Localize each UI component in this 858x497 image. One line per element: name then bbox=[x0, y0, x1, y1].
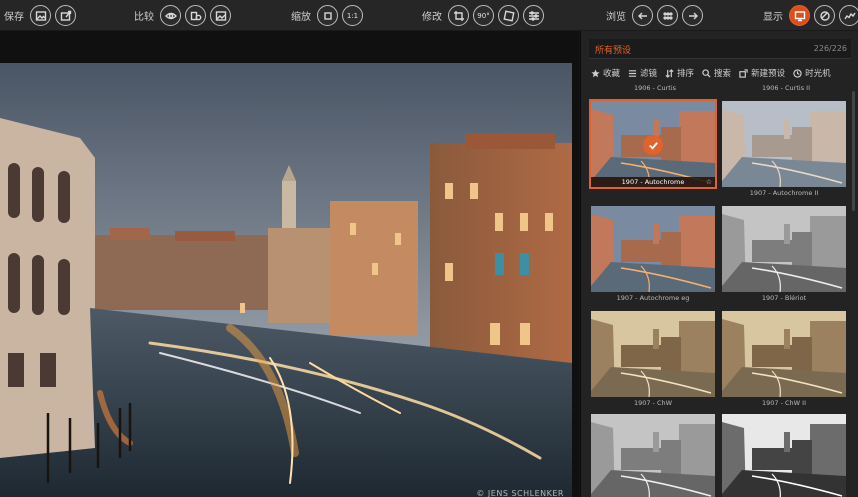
display-group: 显示 bbox=[763, 0, 858, 31]
venice-canal-photo bbox=[0, 63, 572, 497]
rotate-90-button[interactable]: 90° bbox=[473, 5, 494, 26]
preset-preview-image bbox=[591, 414, 715, 497]
preset-thumbnail[interactable] bbox=[591, 414, 715, 497]
preset-thumbnail[interactable] bbox=[722, 206, 846, 292]
selected-check-icon bbox=[643, 135, 663, 155]
presets-count: 226/226 bbox=[813, 44, 847, 53]
monitor-icon bbox=[794, 10, 805, 21]
preset-thumbnail[interactable] bbox=[722, 414, 846, 497]
arrow-left-icon bbox=[637, 12, 647, 19]
presets-panel: 所有预设 226/226 收藏 滤镜 排序 搜索 新建预设 时光机 1906 -… bbox=[580, 31, 858, 497]
preset-thumbnail[interactable]: 1907 - Autochrome ☆ bbox=[589, 99, 717, 189]
fit-icon bbox=[323, 11, 332, 20]
sort-button[interactable]: 排序 bbox=[665, 67, 694, 79]
adjust-button[interactable] bbox=[523, 5, 544, 26]
tools-panel-button[interactable] bbox=[814, 5, 835, 26]
tools-icon bbox=[819, 10, 830, 21]
histogram-icon bbox=[843, 12, 856, 19]
preset-caption: 1907 - Autochrome bbox=[591, 177, 715, 187]
zoom-1to1-button[interactable]: 1:1 bbox=[342, 5, 363, 26]
compare-original-button[interactable] bbox=[185, 5, 206, 26]
favorites-filter[interactable]: 收藏 bbox=[591, 67, 620, 79]
history-icon bbox=[793, 68, 802, 78]
sort-label: 排序 bbox=[677, 69, 695, 79]
search-icon bbox=[702, 68, 711, 78]
panel-scrollbar[interactable] bbox=[852, 91, 855, 211]
split-image-icon bbox=[215, 10, 226, 21]
compare-icon bbox=[190, 11, 201, 20]
crop-button[interactable] bbox=[448, 5, 469, 26]
presets-panel-button[interactable] bbox=[789, 5, 810, 26]
filmstrip-button[interactable] bbox=[657, 5, 678, 26]
zoom-group: 缩放 1:1 bbox=[291, 0, 363, 31]
time-machine-button[interactable]: 时光机 bbox=[793, 67, 831, 79]
preset-preview-image bbox=[591, 206, 715, 292]
edit-group: 修改 90° bbox=[422, 0, 544, 31]
presets-header[interactable]: 所有预设 226/226 bbox=[589, 39, 851, 59]
new-preset-label: 新建预设 bbox=[751, 69, 786, 79]
preset-thumbnail[interactable] bbox=[722, 101, 846, 187]
compare-label: 比较 bbox=[134, 12, 154, 23]
preset-filter-bar: 收藏 滤镜 排序 搜索 新建预设 时光机 bbox=[591, 66, 853, 80]
preset-thumbnail[interactable] bbox=[591, 311, 715, 397]
eye-icon bbox=[164, 12, 177, 19]
save-label: 保存 bbox=[4, 12, 24, 23]
photo-canvas[interactable]: © JENS SCHLENKER bbox=[0, 63, 572, 497]
edit-label: 修改 bbox=[422, 12, 442, 23]
next-button[interactable] bbox=[682, 5, 703, 26]
image-icon bbox=[35, 10, 46, 21]
zoom-fit-button[interactable] bbox=[317, 5, 338, 26]
save-group: 保存 bbox=[4, 0, 76, 31]
preview-button[interactable] bbox=[160, 5, 181, 26]
search-label: 搜索 bbox=[714, 69, 732, 79]
preset-caption: 1906 - Curtis II bbox=[762, 84, 810, 92]
zoom-label: 缩放 bbox=[291, 12, 311, 23]
previous-button[interactable] bbox=[632, 5, 653, 26]
sliders-icon bbox=[528, 10, 539, 21]
preset-preview-image bbox=[722, 414, 846, 497]
list-icon bbox=[628, 69, 637, 77]
crop-icon bbox=[453, 10, 464, 21]
export-icon bbox=[60, 10, 71, 21]
frame-icon bbox=[502, 9, 515, 22]
search-button[interactable]: 搜索 bbox=[702, 67, 731, 79]
star-icon bbox=[591, 68, 600, 77]
sort-icon bbox=[665, 68, 674, 78]
image-viewer[interactable]: © JENS SCHLENKER bbox=[0, 31, 579, 497]
preset-thumbnail[interactable] bbox=[591, 206, 715, 292]
preset-thumbnail[interactable] bbox=[722, 311, 846, 397]
browse-group: 浏览 bbox=[606, 0, 703, 31]
favorites-label: 收藏 bbox=[603, 69, 621, 79]
preset-preview-image bbox=[591, 311, 715, 397]
save-image-button[interactable] bbox=[30, 5, 51, 26]
arrow-right-icon bbox=[688, 12, 698, 19]
filter-label: 滤镜 bbox=[640, 69, 658, 79]
new-preset-button[interactable]: 新建预设 bbox=[739, 67, 785, 79]
split-view-button[interactable] bbox=[210, 5, 231, 26]
display-label: 显示 bbox=[763, 12, 783, 23]
preset-caption: 1907 - Blériot bbox=[761, 294, 807, 302]
favorite-star-icon[interactable]: ☆ bbox=[706, 178, 712, 186]
frame-button[interactable] bbox=[498, 5, 519, 26]
preset-caption: 1906 - Curtis bbox=[633, 84, 677, 92]
new-preset-icon bbox=[739, 68, 748, 78]
preset-preview-image bbox=[722, 206, 846, 292]
time-machine-label: 时光机 bbox=[805, 69, 831, 79]
presets-title: 所有预设 bbox=[595, 46, 632, 56]
export-button[interactable] bbox=[55, 5, 76, 26]
filter-button[interactable]: 滤镜 bbox=[628, 67, 657, 79]
preset-caption: 1907 - ChW II bbox=[761, 399, 806, 407]
top-toolbar: 保存 比较 缩放 1:1 修改 90° 浏览 显示 bbox=[0, 0, 858, 31]
histogram-button[interactable] bbox=[839, 5, 858, 26]
photo-watermark: © JENS SCHLENKER bbox=[476, 489, 564, 497]
browse-label: 浏览 bbox=[606, 12, 626, 23]
preset-caption: 1907 - ChW bbox=[633, 399, 673, 407]
preset-preview-image bbox=[722, 311, 846, 397]
grid-dots-icon bbox=[662, 11, 673, 20]
compare-group: 比较 bbox=[134, 0, 231, 31]
preset-caption: 1907 - Autochrome eg bbox=[616, 294, 690, 302]
preset-caption: 1907 - Autochrome II bbox=[749, 189, 819, 197]
preset-preview-image bbox=[722, 101, 846, 187]
